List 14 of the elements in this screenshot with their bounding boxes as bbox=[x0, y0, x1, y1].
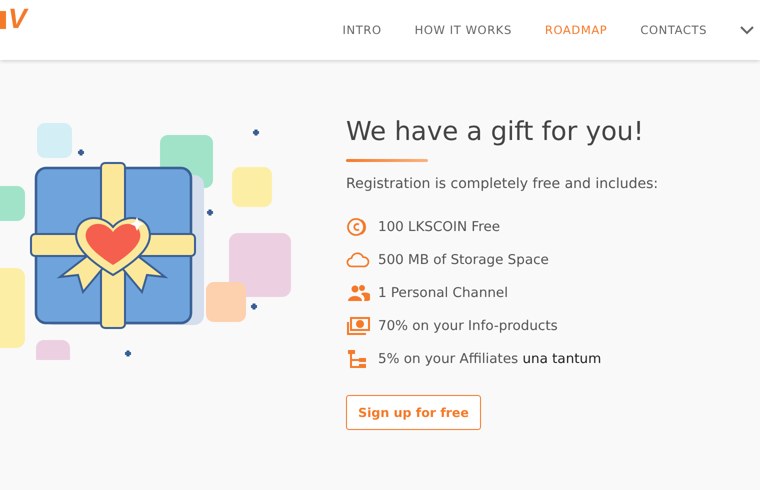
feature-text: 500 MB of Storage Space bbox=[378, 252, 549, 268]
nav-link[interactable]: INTRO bbox=[342, 23, 382, 37]
chevron-down-icon[interactable] bbox=[740, 25, 754, 35]
subtitle: Registration is completely free and includes: bbox=[346, 176, 658, 192]
feature-text: 1 Personal Channel bbox=[378, 284, 508, 300]
users-icon bbox=[346, 284, 370, 302]
banknote-icon bbox=[346, 316, 370, 336]
cloud-icon bbox=[346, 250, 370, 268]
heading: We have a gift for you! bbox=[346, 116, 645, 149]
nav-link[interactable]: HOW IT WORKS bbox=[414, 23, 512, 37]
nav-link[interactable]: CONTACTS bbox=[640, 23, 707, 37]
feature-text: 100 LKSCOIN Free bbox=[378, 218, 500, 234]
feature-text: 5% on your Affiliates una tantum bbox=[378, 350, 602, 366]
feature-text: 70% on your Info-products bbox=[378, 318, 558, 334]
